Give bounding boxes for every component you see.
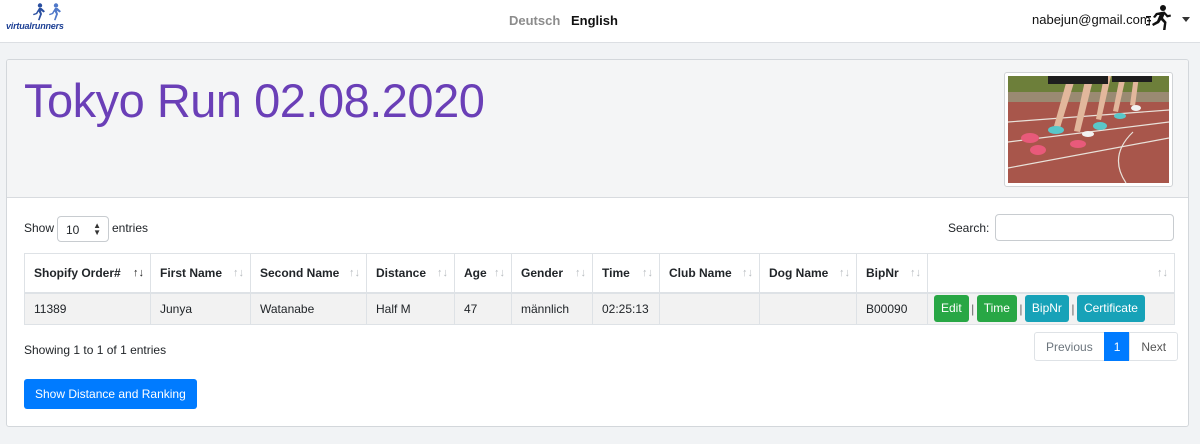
separator: | <box>1071 301 1075 316</box>
user-email[interactable]: nabejun@gmail.com <box>1032 12 1151 27</box>
column-header-shopify-order[interactable]: Shopify Order# ↑↓ <box>24 253 151 294</box>
pagination-next[interactable]: Next <box>1129 332 1179 361</box>
sort-ascending-icon: ↑↓ <box>133 267 144 279</box>
cell-gender: männlich <box>511 292 593 325</box>
separator: | <box>971 301 975 316</box>
show-distance-ranking-button[interactable]: Show Distance and Ranking <box>24 379 197 409</box>
search-label: Search: <box>948 221 990 235</box>
column-header-dog-name[interactable]: Dog Name ↑↓ <box>759 253 857 294</box>
runner-logo-icon <box>33 3 61 21</box>
logo-text: virtualrunners <box>6 21 64 31</box>
sort-icon: ↑↓ <box>742 267 753 279</box>
bipnr-button[interactable]: BipNr <box>1024 295 1069 323</box>
column-header-actions[interactable]: ↑↓ <box>927 253 1175 294</box>
cell-club-name <box>659 292 760 325</box>
column-header-second-name[interactable]: Second Name ↑↓ <box>250 253 367 294</box>
event-header: Tokyo Run 02.08.2020 <box>7 60 1188 198</box>
certificate-button[interactable]: Certificate <box>1076 295 1145 323</box>
pagination-page-1[interactable]: 1 <box>1103 332 1131 361</box>
time-button[interactable]: Time <box>976 295 1017 323</box>
event-card: Tokyo Run 02.08.2020 Show 10 ▲ ▼ entries… <box>6 59 1189 427</box>
sort-icon: ↑↓ <box>575 267 586 279</box>
column-header-age[interactable]: Age ↑↓ <box>454 253 512 294</box>
sort-icon: ↑↓ <box>910 267 921 279</box>
event-title: Tokyo Run 02.08.2020 <box>24 74 485 127</box>
sort-icon: ↑↓ <box>437 267 448 279</box>
virtualrunners-logo[interactable]: virtualrunners <box>6 3 78 37</box>
page-length-select[interactable]: 10 ▲ ▼ <box>57 216 109 242</box>
cell-order: 11389 <box>24 292 151 325</box>
search-input[interactable] <box>995 214 1174 241</box>
entries-label: entries <box>112 221 149 235</box>
column-header-bipnr[interactable]: BipNr ↑↓ <box>856 253 928 294</box>
sort-icon: ↑↓ <box>839 267 850 279</box>
table-header-row: Shopify Order# ↑↓ First Name ↑↓ Second Nam… <box>24 253 1175 294</box>
cell-age: 47 <box>454 292 512 325</box>
user-menu-caret-icon[interactable] <box>1182 17 1190 22</box>
language-deutsch-link[interactable]: Deutsch <box>509 13 560 28</box>
column-header-distance[interactable]: Distance ↑↓ <box>366 253 455 294</box>
cell-actions: Edit | Time | BipNr | Certificate <box>927 292 1175 325</box>
edit-button[interactable]: Edit <box>934 295 969 323</box>
top-navbar: virtualrunners Deutsch English nabejun@g… <box>0 0 1200 43</box>
cell-time: 02:25:13 <box>592 292 660 325</box>
pagination-previous[interactable]: Previous <box>1034 332 1105 361</box>
sort-icon: ↑↓ <box>642 267 653 279</box>
sort-icon: ↑↓ <box>494 267 505 279</box>
sort-icon: ↑↓ <box>349 267 360 279</box>
sort-icon: ↑↓ <box>1157 267 1168 279</box>
language-english-link[interactable]: English <box>571 13 618 28</box>
cell-distance: Half M <box>366 292 455 325</box>
table-row: 11389 Junya Watanabe Half M 47 männlich … <box>24 292 1175 325</box>
show-label: Show <box>24 221 55 235</box>
table-info: Showing 1 to 1 of 1 entries <box>24 343 167 357</box>
runner-avatar-icon[interactable] <box>1146 4 1174 32</box>
cell-second-name: Watanabe <box>250 292 367 325</box>
cell-first-name: Junya <box>150 292 251 325</box>
running-track-photo <box>1008 76 1169 183</box>
sort-icon: ↑↓ <box>233 267 244 279</box>
pagination: Previous 1 Next <box>1034 332 1179 361</box>
cell-dog-name <box>759 292 857 325</box>
column-header-club-name[interactable]: Club Name ↑↓ <box>659 253 760 294</box>
event-image <box>1004 72 1173 187</box>
separator: | <box>1019 301 1023 316</box>
column-header-gender[interactable]: Gender ↑↓ <box>511 253 593 294</box>
select-updown-icon: ▲ ▼ <box>93 221 101 237</box>
page-length-value: 10 <box>66 223 80 237</box>
participants-table: Shopify Order# ↑↓ First Name ↑↓ Second Nam… <box>24 253 1175 325</box>
column-header-time[interactable]: Time ↑↓ <box>592 253 660 294</box>
cell-bipnr: B00090 <box>856 292 928 325</box>
column-header-first-name[interactable]: First Name ↑↓ <box>150 253 251 294</box>
